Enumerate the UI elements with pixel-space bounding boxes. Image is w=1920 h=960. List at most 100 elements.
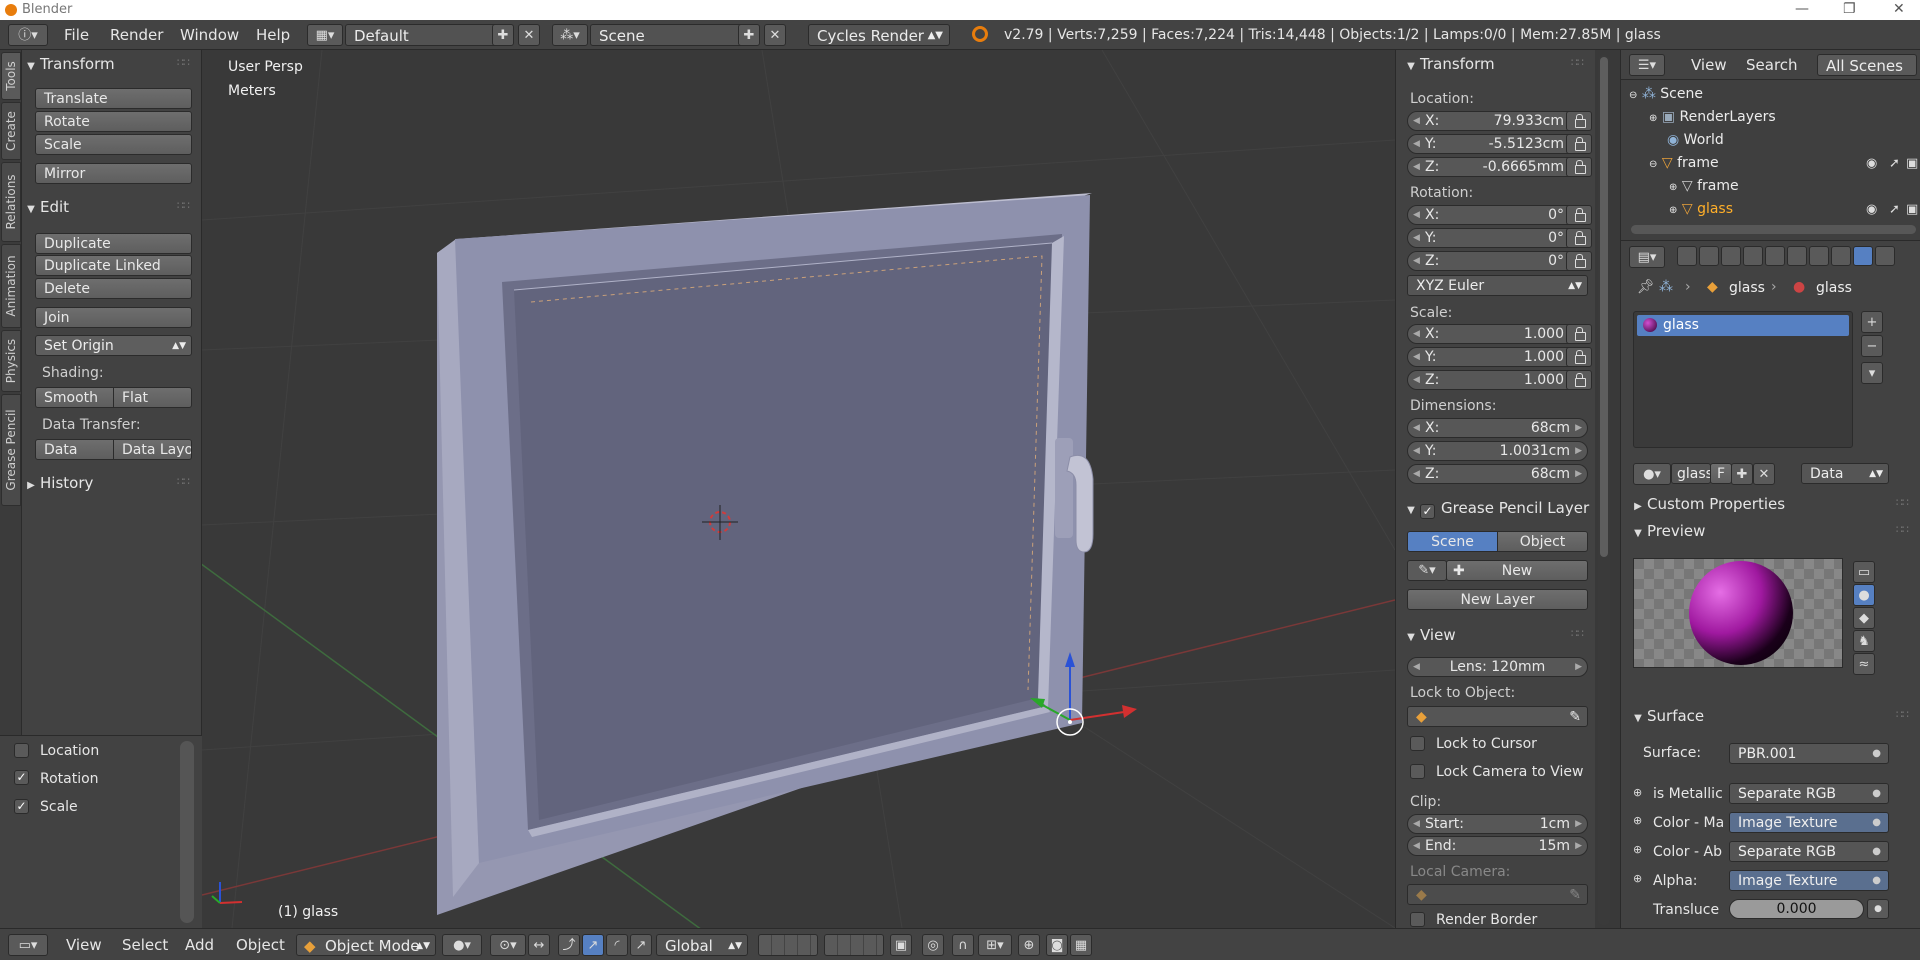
delete-scene-icon[interactable]: ✕ xyxy=(764,24,786,46)
material-slot-row[interactable]: glass xyxy=(1637,315,1849,336)
rotation-y-field[interactable]: ◀Y:0°▶ xyxy=(1407,228,1582,248)
decrement-arrow-icon[interactable]: ◀ xyxy=(1413,442,1420,461)
join-button[interactable]: Join xyxy=(35,307,192,328)
material-tab-icon[interactable] xyxy=(1853,246,1873,266)
scene-layers-row2-icon[interactable] xyxy=(824,934,884,956)
grease-pencil-scene-tab[interactable]: Scene xyxy=(1407,531,1498,552)
material-name-field[interactable]: glass xyxy=(1671,463,1713,484)
surface-shader-node[interactable]: PBR.001 ● xyxy=(1729,743,1889,764)
material-browse-icon[interactable]: ●▾ xyxy=(1633,463,1671,485)
grease-pencil-object-tab[interactable]: Object xyxy=(1497,531,1588,552)
lock-location-z-icon[interactable] xyxy=(1566,157,1592,177)
translate-button[interactable]: Translate xyxy=(35,88,192,109)
tab-grease-pencil[interactable]: Grease Pencil xyxy=(1,394,21,506)
snap-element-icon[interactable]: ⊞▾ xyxy=(978,934,1012,956)
history-panel-header[interactable]: ▶ History xyxy=(22,471,93,495)
material-specials-icon[interactable]: ▾ xyxy=(1861,362,1883,384)
decrement-arrow-icon[interactable]: ◀ xyxy=(1413,325,1420,344)
window-frame-mesh[interactable] xyxy=(437,193,1092,915)
data-tab-icon[interactable] xyxy=(1831,246,1851,266)
decrement-arrow-icon[interactable]: ◀ xyxy=(1413,371,1420,390)
render-engine-select[interactable]: Cycles Render ▲▼ xyxy=(808,24,950,46)
increment-arrow-icon[interactable]: ▶ xyxy=(1575,815,1582,834)
expand-toggle-icon[interactable]: ⊕ xyxy=(1649,113,1657,124)
menu-help[interactable]: Help xyxy=(256,24,290,46)
dimension-z-field[interactable]: ◀ Z: 68cm ▶ xyxy=(1407,464,1588,484)
view-panel-header[interactable]: ▼ View xyxy=(1402,623,1455,647)
outliner-horizontal-scrollbar[interactable] xyxy=(1631,225,1916,234)
decrement-arrow-icon[interactable]: ◀ xyxy=(1413,815,1420,834)
decrement-arrow-icon[interactable]: ◀ xyxy=(1413,112,1420,131)
grease-pencil-enable-checkbox[interactable]: ✓ xyxy=(1420,504,1435,519)
expand-input-icon[interactable]: ⊕ xyxy=(1633,814,1642,827)
scale-x-field[interactable]: ◀X:1.000▶ xyxy=(1407,324,1582,344)
duplicate-linked-button[interactable]: Duplicate Linked xyxy=(35,255,192,276)
n-panel-scrollbar-thumb[interactable] xyxy=(1600,57,1608,557)
n-panel-scrollbar-track[interactable] xyxy=(1598,55,1610,925)
drag-grip-icon[interactable]: ∷∷ xyxy=(177,475,190,488)
transform-panel-header[interactable]: ▼ Transform xyxy=(22,52,114,76)
data-transfer-button[interactable]: Data xyxy=(35,439,114,460)
new-grease-pencil-button[interactable]: ✚ New xyxy=(1446,560,1588,581)
modifiers-tab-icon[interactable] xyxy=(1809,246,1829,266)
visibility-eye-icon[interactable]: ◉ xyxy=(1866,202,1877,217)
rotate-manipulator-icon[interactable]: ↗ xyxy=(582,934,604,956)
lock-scale-x-icon[interactable] xyxy=(1566,324,1592,344)
drag-grip-icon[interactable]: ∷∷ xyxy=(1571,56,1584,69)
mirror-button[interactable]: Mirror xyxy=(35,163,192,184)
remove-material-slot-icon[interactable]: − xyxy=(1861,335,1883,357)
translucency-link-icon[interactable]: ● xyxy=(1867,899,1889,919)
clip-start-field[interactable]: ◀ Start: 1cm ▶ xyxy=(1407,814,1588,834)
menu-object[interactable]: Object xyxy=(236,934,285,956)
scale-manipulator-icon[interactable]: ◜ xyxy=(606,934,628,956)
constraints-tab-icon[interactable] xyxy=(1787,246,1807,266)
scene-icon[interactable]: ⁂▾ xyxy=(552,24,588,46)
opengl-render-icon[interactable]: ◙ xyxy=(1046,934,1068,956)
decrement-arrow-icon[interactable]: ◀ xyxy=(1413,252,1420,271)
smooth-shading-button[interactable]: Smooth xyxy=(35,387,114,408)
decrement-arrow-icon[interactable]: ◀ xyxy=(1413,206,1420,225)
increment-arrow-icon[interactable]: ▶ xyxy=(1575,658,1582,677)
scale-y-field[interactable]: ◀Y:1.000▶ xyxy=(1407,347,1582,367)
collapse-toggle-icon[interactable]: ⊖ xyxy=(1649,159,1657,170)
preview-header[interactable]: ▼ Preview xyxy=(1629,519,1705,543)
scene-field[interactable]: Scene xyxy=(590,24,750,46)
lock-location-y-icon[interactable] xyxy=(1566,134,1592,154)
maximize-button[interactable]: ❐ xyxy=(1843,1,1856,17)
operator-scrollbar[interactable] xyxy=(180,741,194,923)
snap-toggle-icon[interactable]: ∩ xyxy=(952,934,974,956)
translate-manipulator-icon[interactable]: ⤴ xyxy=(558,934,580,956)
menu-add[interactable]: Add xyxy=(185,934,214,956)
decrement-arrow-icon[interactable]: ◀ xyxy=(1413,658,1420,677)
outliner-item-frame-object[interactable]: ⊖ ▽ frame xyxy=(1649,153,1719,173)
opengl-animation-icon[interactable]: ▦ xyxy=(1070,934,1092,956)
grease-pencil-datablock-icon[interactable]: ✎▾ xyxy=(1407,560,1447,581)
add-screen-icon[interactable]: ✚ xyxy=(492,24,514,46)
selectability-cursor-icon[interactable]: ➚ xyxy=(1889,202,1900,217)
color-ab-input-node[interactable]: Separate RGB ● xyxy=(1729,841,1889,862)
screen-layout-field[interactable]: Default xyxy=(345,24,505,46)
pin-icon[interactable]: 📌︎ xyxy=(1637,279,1655,295)
clip-end-field[interactable]: ◀ End: 15m ▶ xyxy=(1407,836,1588,856)
add-scene-icon[interactable]: ✚ xyxy=(738,24,760,46)
preview-hair-icon[interactable]: ≈ xyxy=(1853,653,1875,675)
decrement-arrow-icon[interactable]: ◀ xyxy=(1413,465,1420,484)
breadcrumb-object[interactable]: glass xyxy=(1729,280,1765,296)
selectability-cursor-icon[interactable]: ➚ xyxy=(1889,156,1900,171)
expand-input-icon[interactable]: ⊕ xyxy=(1633,872,1642,885)
outliner-item-frame-mesh[interactable]: ⊕ ▽ frame xyxy=(1669,176,1739,196)
location-x-field[interactable]: ◀X:79.933cm▶ xyxy=(1407,111,1582,131)
fake-user-button[interactable]: F xyxy=(1710,463,1732,484)
location-y-field[interactable]: ◀Y:-5.5123cm▶ xyxy=(1407,134,1582,154)
lock-object-field[interactable]: ◆ ✎ xyxy=(1407,706,1588,727)
menu-window[interactable]: Window xyxy=(180,24,239,46)
rotation-z-field[interactable]: ◀Z:0°▶ xyxy=(1407,251,1582,271)
material-slot-list[interactable]: glass xyxy=(1633,311,1853,448)
preview-sphere-icon[interactable]: ● xyxy=(1853,584,1875,606)
lock-rotation-y-icon[interactable] xyxy=(1566,228,1592,248)
outliner-item-scene[interactable]: ⊖ ⁂ Scene xyxy=(1629,84,1703,104)
n-transform-panel-header[interactable]: ▼ Transform xyxy=(1402,52,1494,76)
translucency-slider[interactable]: 0.000 xyxy=(1729,899,1864,919)
rotate-button[interactable]: Rotate xyxy=(35,111,192,132)
drag-grip-icon[interactable]: ∷∷ xyxy=(177,56,190,69)
